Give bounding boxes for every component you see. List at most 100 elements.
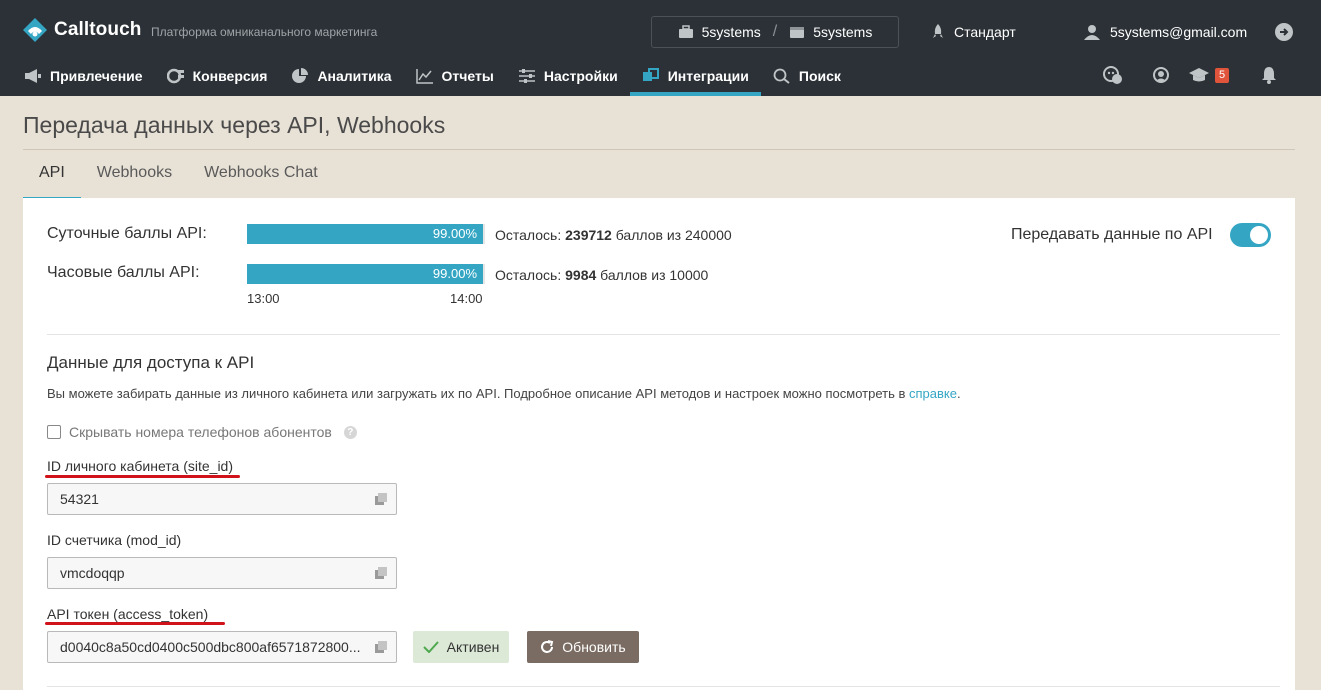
nav-label: Интеграции — [667, 68, 749, 84]
nav-item-search[interactable]: Поиск — [761, 60, 853, 92]
conversion-icon — [166, 68, 184, 84]
bell-icon[interactable] — [1259, 65, 1279, 85]
header-tools: 5 — [1103, 65, 1279, 85]
annotation-underline — [45, 622, 225, 625]
tab-api[interactable]: API — [23, 158, 81, 200]
graduation-cap-icon — [1189, 68, 1209, 82]
megaphone-icon — [25, 69, 41, 83]
site-id-label: ID личного кабинета (site_id) — [47, 458, 233, 474]
time-start: 13:00 — [247, 291, 280, 306]
hourly-points-label: Часовые баллы API: — [47, 264, 200, 281]
site-id-field[interactable]: 54321 — [47, 483, 397, 515]
description-text: Вы можете забирать данные из личного каб… — [47, 386, 906, 401]
title-divider — [23, 149, 1295, 150]
user-email: 5systems@gmail.com — [1110, 24, 1248, 40]
api-transfer-toggle[interactable] — [1230, 223, 1271, 247]
project-name: 5systems — [813, 24, 873, 40]
breadcrumb-separator: / — [772, 23, 778, 40]
logout-icon[interactable] — [1274, 22, 1294, 42]
page-title: Передача данных через API, Webhooks — [23, 112, 446, 138]
help-link[interactable]: справке — [909, 386, 957, 401]
section-divider — [47, 334, 1280, 335]
pie-chart-icon — [292, 68, 309, 83]
tabs: API Webhooks Webhooks Chat — [23, 158, 334, 200]
token-status-button[interactable]: Активен — [413, 631, 509, 663]
tab-webhooks-chat[interactable]: Webhooks Chat — [188, 158, 334, 198]
api-access-description: Вы можете забирать данные из личного каб… — [47, 386, 961, 401]
section-divider — [47, 686, 1280, 687]
nav-item-settings[interactable]: Настройки — [506, 60, 630, 92]
hide-phones-checkbox[interactable] — [47, 425, 61, 439]
toggle-knob — [1250, 226, 1268, 244]
nav-label: Поиск — [798, 68, 841, 84]
notification-badge: 5 — [1215, 67, 1230, 83]
copy-icon[interactable] — [375, 493, 387, 505]
nav-item-analytics[interactable]: Аналитика — [279, 60, 403, 92]
logo[interactable]: Calltouch — [22, 17, 141, 43]
user-icon — [1084, 25, 1100, 40]
copy-icon[interactable] — [375, 641, 387, 653]
hourly-remain-suffix: баллов из 10000 — [600, 267, 709, 283]
integration-icon — [642, 68, 659, 81]
nav-label: Привлечение — [50, 68, 143, 84]
daily-points-remaining: Осталось: 239712 баллов из 240000 — [495, 227, 732, 243]
daily-remain-value: 239712 — [565, 227, 612, 243]
token-field[interactable]: d0040c8a50cd0400c500dbc800af6571872800..… — [47, 631, 397, 663]
hide-phones-label: Скрывать номера телефонов абонентов — [69, 424, 332, 440]
sliders-icon — [518, 69, 535, 83]
nav-label: Аналитика — [317, 68, 392, 84]
daily-points-percent: 99.00% — [432, 226, 477, 241]
status-label: Активен — [446, 639, 500, 655]
education-button[interactable]: 5 — [1189, 65, 1230, 85]
top-bar: Calltouch Платформа омниканального марке… — [0, 0, 1321, 96]
nav-label: Настройки — [543, 68, 618, 84]
main-navigation: Привлечение Конверсия Аналитика Отчеты Н… — [0, 60, 853, 96]
time-end: 14:00 — [450, 291, 483, 306]
token-value: d0040c8a50cd0400c500dbc800af6571872800..… — [60, 639, 361, 655]
tariff-name: Стандарт — [954, 24, 1016, 40]
refresh-label: Обновить — [562, 639, 626, 655]
calltouch-logo-icon — [23, 18, 47, 42]
briefcase-icon — [678, 25, 693, 38]
line-chart-icon — [415, 69, 433, 84]
description-suffix: . — [956, 386, 961, 401]
refresh-icon — [541, 640, 554, 653]
check-icon — [422, 641, 439, 653]
nav-label: Отчеты — [441, 68, 494, 84]
hourly-points-remaining: Осталось: 9984 баллов из 10000 — [495, 267, 708, 283]
api-access-title: Данные для доступа к API — [47, 353, 255, 372]
hourly-points-progress: 99.00% — [247, 264, 485, 284]
hourly-remain-value: 9984 — [565, 267, 597, 283]
nav-item-reports[interactable]: Отчеты — [404, 60, 506, 92]
tariff-link[interactable]: Стандарт — [932, 24, 1016, 40]
nav-label: Конверсия — [192, 68, 268, 84]
support-agent-icon[interactable] — [1151, 65, 1171, 85]
site-id-value: 54321 — [60, 491, 99, 507]
nav-item-conversion[interactable]: Конверсия — [155, 60, 280, 92]
daily-points-progress: 99.00% — [247, 224, 485, 244]
app-name: Calltouch — [54, 19, 142, 40]
hide-phones-option[interactable]: Скрывать номера телефонов абонентов ? — [47, 424, 357, 440]
search-icon — [773, 68, 790, 84]
refresh-token-button[interactable]: Обновить — [527, 631, 639, 663]
nav-item-acquisition[interactable]: Привлечение — [0, 60, 155, 92]
daily-remain-suffix: баллов из 240000 — [615, 227, 732, 243]
mod-id-field[interactable]: vmcdoqqp — [47, 557, 397, 589]
hourly-points-percent: 99.00% — [432, 266, 477, 281]
rocket-icon — [933, 24, 943, 38]
chat-support-icon[interactable] — [1103, 65, 1123, 85]
mod-id-value: vmcdoqqp — [60, 565, 125, 581]
site-icon — [790, 27, 805, 38]
api-transfer-label: Передавать данные по API — [1011, 226, 1213, 243]
token-label: API токен (access_token) — [47, 606, 209, 622]
daily-points-label: Суточные баллы API: — [47, 225, 207, 242]
api-settings-card: Суточные баллы API: 99.00% Осталось: 239… — [23, 198, 1295, 690]
nav-item-integrations[interactable]: Интеграции — [629, 60, 762, 96]
daily-remain-prefix: Осталось: — [495, 227, 562, 243]
user-menu[interactable]: 5systems@gmail.com — [1084, 24, 1247, 40]
help-icon[interactable]: ? — [343, 425, 357, 439]
tab-webhooks[interactable]: Webhooks — [81, 158, 188, 198]
copy-icon[interactable] — [375, 567, 387, 579]
annotation-underline — [45, 475, 240, 478]
project-switcher[interactable]: 5systems / 5systems — [651, 16, 899, 48]
